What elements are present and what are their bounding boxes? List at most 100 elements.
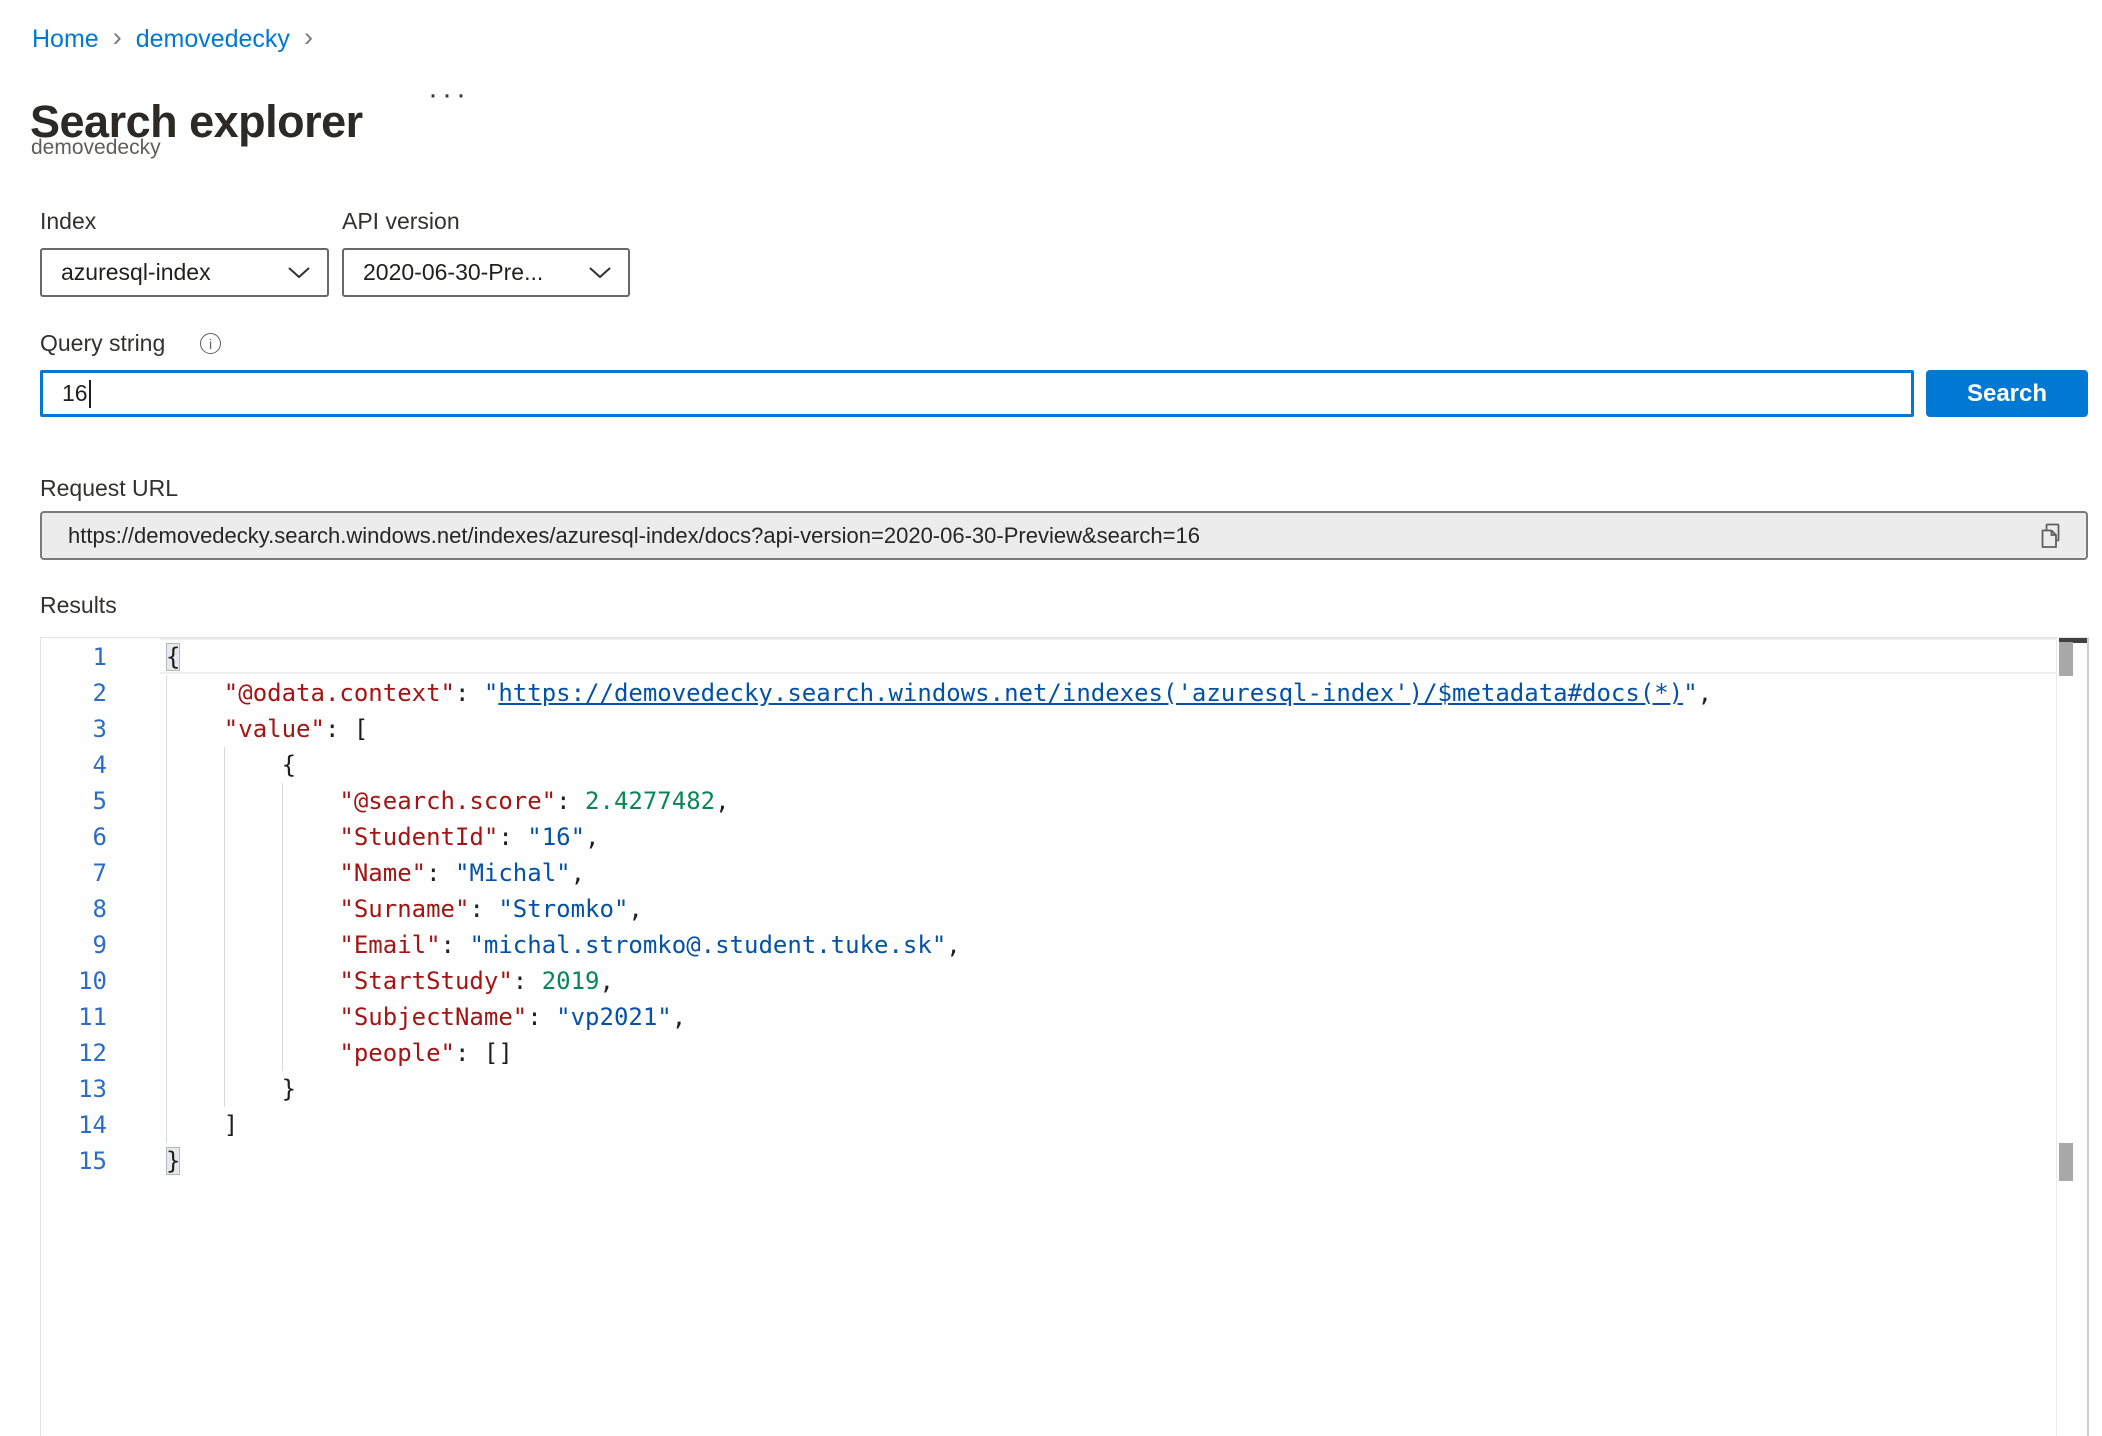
code-token: "Surname" (339, 895, 469, 923)
code-token: : (441, 931, 470, 959)
code-token: "Stromko" (498, 895, 628, 923)
page-subtitle: demovedecky (31, 136, 161, 160)
code-token: "people" (339, 1039, 455, 1067)
editor-code-line: { (166, 639, 180, 675)
copy-icon[interactable] (2038, 521, 2064, 551)
editor-current-line-highlight (160, 638, 2056, 674)
text-caret (89, 380, 91, 408)
api-version-dropdown[interactable]: 2020-06-30-Pre... (342, 248, 630, 297)
editor-line-number: 3 (47, 711, 107, 747)
code-token: "michal.stromko@.student.tuke.sk" (469, 931, 946, 959)
editor-code-line: "SubjectName": "vp2021", (166, 999, 686, 1035)
editor-code-line: } (166, 1143, 180, 1179)
editor-line-number: 5 (47, 783, 107, 819)
api-version-label: API version (342, 208, 460, 235)
editor-code-line: { (166, 747, 296, 783)
editor-line-number: 9 (47, 927, 107, 963)
code-token: , (585, 823, 599, 851)
code-token: "StudentId" (339, 823, 498, 851)
editor-line-number: 14 (47, 1107, 107, 1143)
code-token: "vp2021" (556, 1003, 672, 1031)
request-url-label: Request URL (40, 475, 178, 502)
api-version-dropdown-value: 2020-06-30-Pre... (344, 259, 588, 286)
editor-line-number: 8 (47, 891, 107, 927)
code-token: : (469, 895, 498, 923)
editor-code-line: "@odata.context": "https://demovedecky.s… (166, 675, 1712, 711)
code-token: : (426, 859, 455, 887)
code-token: : [ (325, 715, 368, 743)
editor-code-line: "people": [] (166, 1035, 513, 1071)
code-token: "value" (224, 715, 325, 743)
editor-code-line: "@search.score": 2.4277482, (166, 783, 730, 819)
query-string-input[interactable]: 16 (40, 370, 1914, 417)
results-json-editor[interactable]: 123456789101112131415 { "@odata.context"… (40, 637, 2089, 1436)
code-token: : [] (455, 1039, 513, 1067)
request-url-bar: https://demovedecky.search.windows.net/i… (40, 511, 2088, 560)
code-token (166, 895, 339, 923)
editor-scrollbar-thumb[interactable] (2059, 642, 2073, 676)
code-token (166, 967, 339, 995)
code-token (166, 823, 339, 851)
code-token: , (599, 967, 613, 995)
editor-code-area[interactable]: { "@odata.context": "https://demovedecky… (166, 639, 2056, 1436)
code-token: , (1698, 679, 1712, 707)
breadcrumb-link-home[interactable]: Home (32, 25, 99, 54)
code-token: ] (166, 1111, 238, 1139)
code-token (166, 715, 224, 743)
editor-line-number: 1 (47, 639, 107, 675)
more-menu-button[interactable]: ··· (428, 80, 470, 110)
code-token: 2.4277482 (585, 787, 715, 815)
code-token: } (166, 1147, 180, 1175)
code-token (166, 1039, 339, 1067)
code-token (166, 1003, 339, 1031)
code-token: , (715, 787, 729, 815)
index-label: Index (40, 208, 96, 235)
editor-line-number: 11 (47, 999, 107, 1035)
editor-overview-ruler (2056, 638, 2057, 1436)
code-token: "SubjectName" (339, 1003, 527, 1031)
code-token: , (571, 859, 585, 887)
chevron-down-icon (588, 266, 612, 280)
editor-line-number: 6 (47, 819, 107, 855)
breadcrumb-separator-icon: › (113, 22, 122, 53)
code-token: : (513, 967, 542, 995)
request-url-value: https://demovedecky.search.windows.net/i… (42, 523, 2038, 549)
code-token: "Email" (339, 931, 440, 959)
editor-code-line: "StudentId": "16", (166, 819, 600, 855)
editor-line-number: 13 (47, 1071, 107, 1107)
editor-line-number: 7 (47, 855, 107, 891)
index-dropdown[interactable]: azuresql-index (40, 248, 329, 297)
editor-line-number: 4 (47, 747, 107, 783)
search-button[interactable]: Search (1926, 370, 2088, 417)
code-token: : (455, 679, 484, 707)
code-token: "Name" (339, 859, 426, 887)
overview-ruler-bracket-marker (2059, 1143, 2073, 1181)
editor-line-number: 10 (47, 963, 107, 999)
code-token: , (946, 931, 960, 959)
info-icon[interactable]: i (200, 333, 221, 354)
editor-code-line: "Name": "Michal", (166, 855, 585, 891)
breadcrumb-link-demovedecky[interactable]: demovedecky (136, 25, 290, 54)
editor-code-line: "StartStudy": 2019, (166, 963, 614, 999)
code-token (166, 787, 339, 815)
code-token: "Michal" (455, 859, 571, 887)
code-token: : (498, 823, 527, 851)
editor-line-number: 2 (47, 675, 107, 711)
code-token (166, 931, 339, 959)
editor-code-line: "Surname": "Stromko", (166, 891, 643, 927)
query-string-value: 16 (43, 380, 88, 407)
editor-code-line: ] (166, 1107, 238, 1143)
chevron-down-icon (287, 266, 311, 280)
editor-code-line: } (166, 1071, 296, 1107)
code-token: "@search.score" (339, 787, 556, 815)
results-label: Results (40, 592, 117, 619)
code-token: " (1683, 679, 1697, 707)
editor-line-number: 12 (47, 1035, 107, 1071)
editor-line-number: 15 (47, 1143, 107, 1179)
editor-line-number-gutter: 123456789101112131415 (41, 639, 166, 1436)
query-string-label: Query string (40, 330, 165, 357)
odata-context-link[interactable]: https://demovedecky.search.windows.net/i… (498, 679, 1683, 707)
code-token: : (527, 1003, 556, 1031)
code-token (166, 859, 339, 887)
breadcrumb: Home › demovedecky › (32, 24, 327, 55)
